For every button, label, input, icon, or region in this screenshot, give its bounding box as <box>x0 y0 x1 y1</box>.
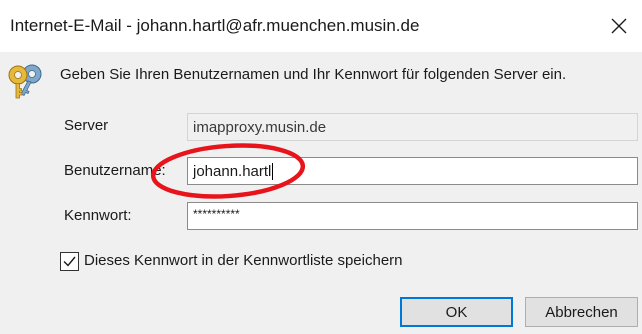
username-input[interactable]: johann.hartl <box>187 157 638 185</box>
password-value: ********** <box>193 207 240 221</box>
close-button[interactable] <box>596 0 642 52</box>
remember-password-checkbox[interactable] <box>60 252 79 271</box>
checkmark-icon <box>63 256 76 267</box>
username-label: Benutzername: <box>64 162 166 179</box>
prompt-message: Geben Sie Ihren Benutzernamen und Ihr Ke… <box>60 66 567 83</box>
server-value: imapproxy.musin.de <box>193 118 327 136</box>
server-field: imapproxy.musin.de <box>187 113 638 141</box>
keys-icon <box>8 64 42 99</box>
window-title: Internet-E-Mail - johann.hartl@afr.muenc… <box>10 16 420 35</box>
remember-password-label[interactable]: Dieses Kennwort in der Kennwortliste spe… <box>84 252 403 269</box>
cancel-button[interactable]: Abbrechen <box>525 297 638 327</box>
close-icon <box>611 18 627 34</box>
password-label: Kennwort: <box>64 207 132 224</box>
server-label: Server <box>64 117 109 134</box>
username-value: johann.hartl <box>193 162 272 180</box>
password-input[interactable]: ********** <box>187 202 638 230</box>
ok-button[interactable]: OK <box>400 297 513 327</box>
text-caret <box>272 162 274 180</box>
dialog-body <box>0 52 642 334</box>
title-bar: Internet-E-Mail - johann.hartl@afr.muenc… <box>0 0 642 52</box>
